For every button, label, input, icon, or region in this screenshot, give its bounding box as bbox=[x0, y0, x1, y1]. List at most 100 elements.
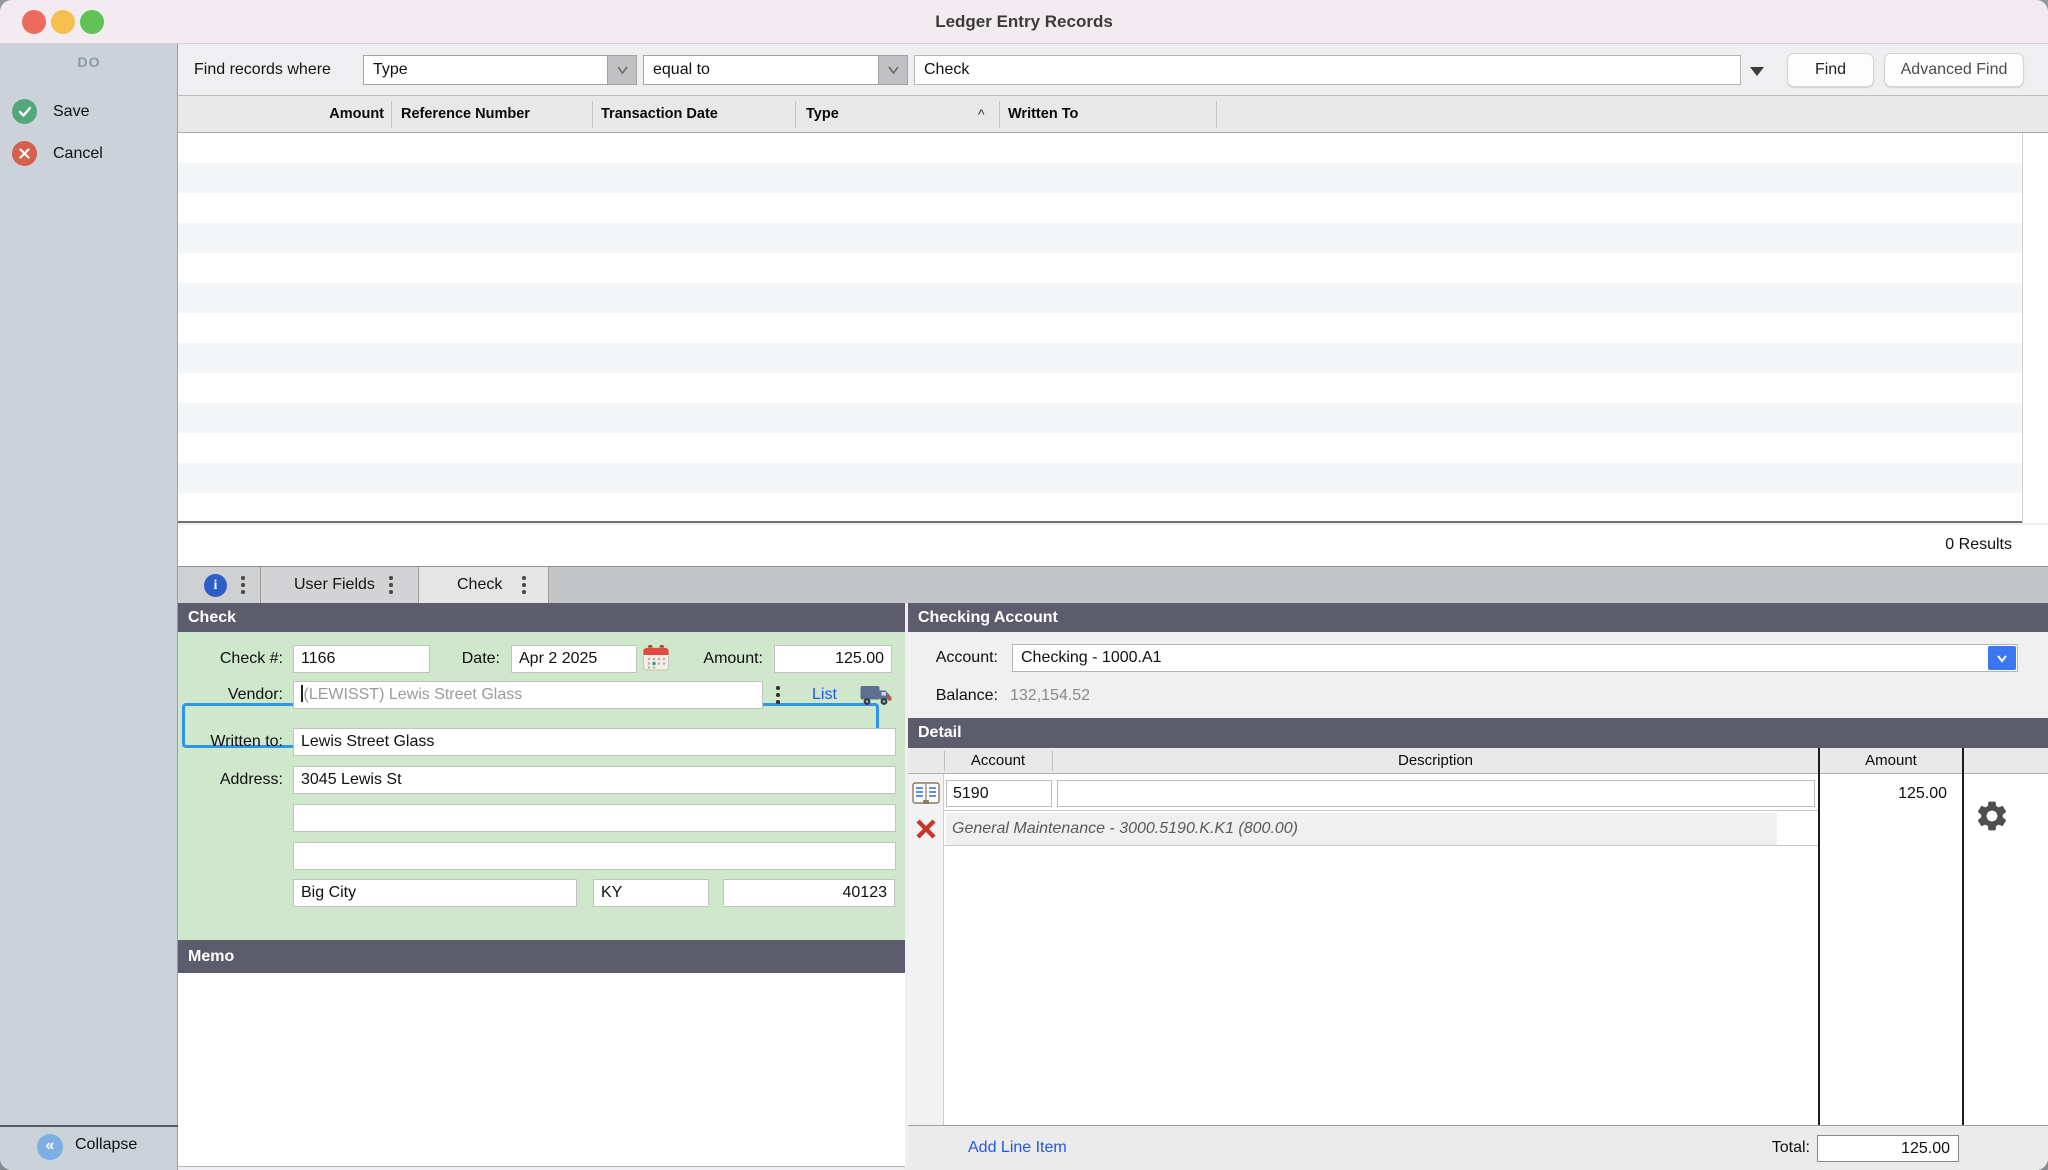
account-dropdown-icon[interactable] bbox=[1988, 646, 2016, 670]
vendor-options-dots-icon[interactable] bbox=[776, 686, 780, 704]
address-line3-input[interactable] bbox=[293, 842, 896, 870]
calendar-icon[interactable] bbox=[642, 644, 670, 677]
find-toolbar: Find records where Type equal to Check F… bbox=[178, 44, 2048, 95]
truck-icon[interactable] bbox=[860, 683, 892, 712]
delete-line-item-icon[interactable] bbox=[913, 816, 939, 847]
check-panel: Check Check #: 1166 Date: Apr 2 2025 Amo… bbox=[178, 603, 905, 1170]
account-select[interactable]: Checking - 1000.A1 bbox=[1012, 644, 2018, 672]
column-divider bbox=[999, 101, 1000, 128]
add-line-item-link[interactable]: Add Line Item bbox=[968, 1126, 1067, 1170]
column-header-written-to[interactable]: Written To bbox=[1008, 96, 1078, 133]
check-panel-header: Check bbox=[178, 603, 905, 632]
detail-footer: Add Line Item Total: 125.00 bbox=[908, 1125, 2048, 1170]
tab-options-dots-icon[interactable] bbox=[522, 576, 526, 594]
line-item-amount-value[interactable]: 125.00 bbox=[1819, 780, 1947, 807]
account-label: Account: bbox=[935, 649, 998, 666]
balance-value: 132,154.52 bbox=[1010, 687, 1091, 704]
line-item-description-input[interactable] bbox=[1057, 780, 1815, 807]
column-header-transaction-date[interactable]: Transaction Date bbox=[601, 96, 718, 133]
find-field-value: Type bbox=[373, 61, 408, 78]
column-divider bbox=[1052, 751, 1053, 771]
title-bar: Ledger Entry Records bbox=[0, 0, 2048, 44]
column-divider bbox=[1216, 101, 1217, 128]
column-divider bbox=[795, 101, 796, 128]
address-label: Address: bbox=[219, 771, 283, 788]
zip-input[interactable]: 40123 bbox=[723, 879, 895, 907]
find-field-select[interactable]: Type bbox=[363, 55, 637, 85]
save-check-icon bbox=[12, 99, 37, 124]
column-divider bbox=[391, 101, 392, 128]
vendor-input[interactable]: (LEWISST) Lewis Street Glass bbox=[293, 681, 763, 709]
column-header-type[interactable]: Type bbox=[806, 96, 839, 133]
memo-panel-header: Memo bbox=[178, 940, 905, 973]
find-button[interactable]: Find bbox=[1787, 53, 1874, 87]
written-to-label: Written to: bbox=[210, 733, 283, 750]
detail-column-amount: Amount bbox=[1865, 752, 1917, 769]
row-divider bbox=[944, 810, 1819, 811]
window-title: Ledger Entry Records bbox=[935, 12, 1113, 31]
info-icon[interactable]: i bbox=[204, 574, 227, 597]
find-value-input[interactable]: Check bbox=[914, 55, 1741, 85]
line-item-settings-gear-icon[interactable] bbox=[1974, 798, 2010, 834]
check-number-input[interactable]: 1166 bbox=[293, 645, 430, 673]
find-operator-select[interactable]: equal to bbox=[643, 55, 908, 85]
check-panel-body: Check #: 1166 Date: Apr 2 2025 Amount: 1… bbox=[178, 632, 905, 940]
tab-check-label: Check bbox=[457, 576, 503, 593]
vendor-label: Vendor: bbox=[227, 686, 283, 703]
tab-user-fields-label: User Fields bbox=[294, 576, 375, 593]
account-detail-text: General Maintenance - 3000.5190.K.K1 (80… bbox=[952, 820, 1299, 837]
collapse-chevrons-icon: « bbox=[37, 1134, 63, 1160]
tab-info[interactable]: i bbox=[178, 567, 261, 604]
line-item-account-input[interactable]: 5190 bbox=[946, 780, 1052, 807]
find-operator-chevron-icon[interactable] bbox=[878, 56, 907, 84]
results-count: 0 Results bbox=[1945, 536, 2012, 553]
sidebar-heading: DO bbox=[77, 54, 101, 70]
search-history-dropdown-icon[interactable] bbox=[1750, 67, 1764, 76]
detail-column-description: Description bbox=[1397, 752, 1474, 769]
cancel-label: Cancel bbox=[53, 145, 103, 162]
collapse-label: Collapse bbox=[75, 1136, 138, 1153]
memo-input[interactable] bbox=[178, 973, 905, 1167]
sort-ascending-icon[interactable]: ^ bbox=[978, 96, 985, 133]
collapse-button[interactable]: « Collapse bbox=[0, 1134, 178, 1164]
advanced-find-button[interactable]: Advanced Find bbox=[1884, 53, 2024, 87]
balance-label: Balance: bbox=[935, 687, 998, 704]
tab-options-dots-icon[interactable] bbox=[241, 576, 245, 594]
detail-column-headers: Account Description Amount bbox=[908, 748, 2048, 774]
column-header-amount[interactable]: Amount bbox=[178, 96, 384, 133]
detail-panel-header: Detail bbox=[908, 718, 2048, 748]
ledger-book-icon[interactable] bbox=[912, 781, 940, 810]
check-number-label: Check #: bbox=[219, 650, 283, 667]
state-input[interactable]: KY bbox=[593, 879, 709, 907]
text-cursor bbox=[301, 685, 303, 702]
account-value: Checking - 1000.A1 bbox=[1021, 649, 1162, 666]
sidebar-divider bbox=[0, 1125, 178, 1127]
total-label: Total: bbox=[1771, 1139, 1810, 1156]
date-label: Date: bbox=[461, 650, 500, 667]
find-operator-value: equal to bbox=[653, 61, 710, 78]
tab-options-dots-icon[interactable] bbox=[389, 576, 393, 594]
city-input[interactable]: Big City bbox=[293, 879, 577, 907]
tab-check[interactable]: Check bbox=[419, 567, 549, 604]
save-label: Save bbox=[53, 103, 90, 120]
amount-input[interactable]: 125.00 bbox=[774, 645, 892, 673]
column-header-reference-number[interactable]: Reference Number bbox=[401, 96, 530, 133]
results-rows-area[interactable] bbox=[178, 133, 2048, 523]
amount-column-right-border bbox=[1962, 748, 1964, 1170]
date-input[interactable]: Apr 2 2025 bbox=[511, 645, 637, 673]
column-divider bbox=[944, 751, 945, 771]
cancel-button[interactable]: Cancel bbox=[0, 139, 178, 169]
find-records-where-label: Find records where bbox=[194, 61, 331, 78]
tab-user-fields[interactable]: User Fields bbox=[261, 567, 419, 604]
total-value: 125.00 bbox=[1817, 1135, 1959, 1162]
checking-account-header: Checking Account bbox=[908, 603, 2048, 632]
results-scrollbar-track[interactable] bbox=[2022, 133, 2048, 523]
find-field-chevron-icon[interactable] bbox=[607, 56, 636, 84]
amount-label: Amount: bbox=[703, 650, 763, 667]
written-to-input[interactable]: Lewis Street Glass bbox=[293, 728, 896, 756]
amount-column-left-border bbox=[1818, 748, 1820, 1170]
save-button[interactable]: Save bbox=[0, 97, 178, 127]
vendor-list-link[interactable]: List bbox=[812, 681, 837, 709]
address-line2-input[interactable] bbox=[293, 804, 896, 832]
address-line1-input[interactable]: 3045 Lewis St bbox=[293, 766, 896, 794]
